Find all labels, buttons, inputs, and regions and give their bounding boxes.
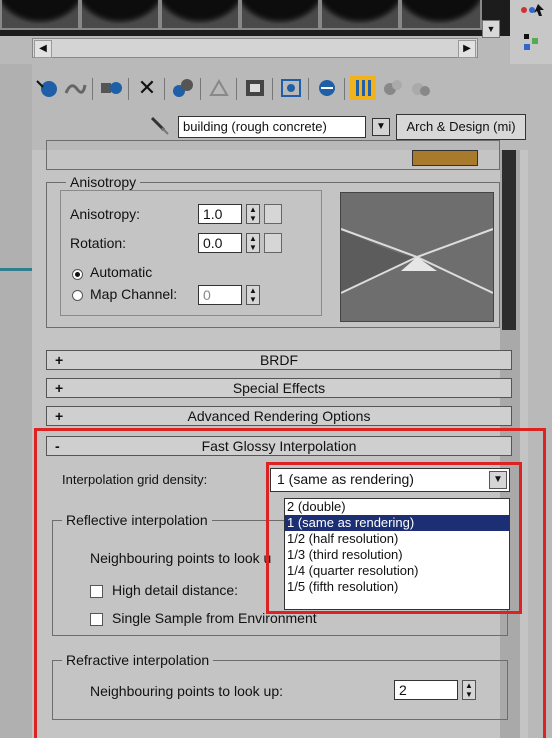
- toolbar-separator: [128, 78, 129, 100]
- material-id-icon[interactable]: [242, 76, 268, 100]
- viewport-edge: [0, 64, 32, 738]
- slots-scroll-down-icon[interactable]: ▼: [482, 20, 500, 38]
- map-channel-label: Map Channel:: [90, 286, 178, 302]
- anisotropy-map-button[interactable]: [264, 204, 282, 224]
- toolbar-separator: [92, 78, 93, 100]
- automatic-radio[interactable]: [72, 269, 83, 280]
- rotation-spinner-arrows-icon[interactable]: ▲ ▼: [246, 233, 260, 253]
- sphere-preview: [242, 0, 318, 26]
- anisotropy-label: Anisotropy:: [70, 206, 141, 222]
- material-name-field[interactable]: building (rough concrete): [178, 116, 366, 138]
- scroll-left-icon[interactable]: ◀: [34, 40, 52, 58]
- scroll-right-icon[interactable]: ▶: [458, 40, 476, 58]
- put-to-library-icon[interactable]: [206, 76, 232, 100]
- toolbar-separator: [164, 78, 165, 100]
- sphere-preview: [402, 0, 480, 26]
- rollout-title: Special Effects: [232, 380, 326, 396]
- show-in-viewport-icon[interactable]: [278, 76, 304, 100]
- material-slot[interactable]: [80, 0, 160, 30]
- anisotropy-spinner-field[interactable]: 1.0: [198, 204, 242, 224]
- map-channel-field[interactable]: 0: [198, 285, 242, 305]
- toolbar-separator: [272, 78, 273, 100]
- material-slots: [0, 0, 552, 36]
- reset-map-icon[interactable]: ✕: [134, 75, 160, 100]
- material-slot[interactable]: [320, 0, 400, 30]
- sphere-preview: [2, 0, 78, 26]
- put-to-scene-icon[interactable]: [62, 76, 88, 100]
- pick-from-object-icon[interactable]: [148, 114, 172, 138]
- toolbar-separator: [308, 78, 309, 100]
- map-channel-spinner-icon[interactable]: ▲ ▼: [246, 285, 260, 305]
- sphere-preview: [82, 0, 158, 26]
- rollout-special-effects[interactable]: + Special Effects: [46, 378, 512, 398]
- toolbar-separator: [344, 78, 345, 100]
- rotation-spinner-field[interactable]: 0.0: [198, 233, 242, 253]
- rotation-map-button[interactable]: [264, 233, 282, 253]
- material-name-dropdown-icon[interactable]: ▼: [372, 118, 390, 136]
- color-swatch[interactable]: [412, 150, 478, 166]
- material-editor-toolbar: ✕: [32, 72, 552, 106]
- rollout-title: BRDF: [259, 352, 299, 368]
- rollout-title: Advanced Rendering Options: [187, 408, 371, 424]
- toolbar-separator: [200, 78, 201, 100]
- assign-to-selection-icon[interactable]: [98, 76, 124, 100]
- toolbar-separator: [236, 78, 237, 100]
- pick-material-icon[interactable]: [510, 0, 552, 64]
- anisotropy-preview-graphic: [340, 228, 494, 294]
- rollout-advanced-rendering[interactable]: + Advanced Rendering Options: [46, 406, 512, 426]
- show-end-result-icon[interactable]: [314, 76, 340, 100]
- material-type-button[interactable]: Arch & Design (mi): [396, 114, 526, 140]
- make-unique-icon[interactable]: [170, 76, 196, 100]
- material-slot[interactable]: [240, 0, 320, 30]
- sphere-preview: [322, 0, 398, 26]
- go-to-parent-icon[interactable]: [350, 76, 376, 100]
- viewport-line: [0, 268, 32, 271]
- navigate-icon[interactable]: [408, 76, 434, 100]
- material-slot[interactable]: [400, 0, 482, 30]
- rotation-label: Rotation:: [70, 235, 127, 251]
- rollout-highlight-box: [34, 428, 546, 738]
- go-forward-sibling-icon[interactable]: [380, 76, 406, 100]
- get-material-icon[interactable]: [34, 76, 60, 100]
- rollout-brdf[interactable]: + BRDF: [46, 350, 512, 370]
- map-channel-radio[interactable]: [72, 290, 83, 301]
- sphere-preview: [162, 0, 238, 26]
- anisotropy-group-title: Anisotropy: [66, 174, 141, 190]
- scrollbar-thumb[interactable]: [502, 150, 516, 330]
- material-slot[interactable]: [0, 0, 80, 30]
- anisotropy-spinner-arrows-icon[interactable]: ▲ ▼: [246, 204, 260, 224]
- side-tools: [510, 0, 552, 64]
- automatic-label: Automatic: [90, 264, 153, 280]
- material-slot[interactable]: [160, 0, 240, 30]
- slots-horizontal-scrollbar[interactable]: ◀ ▶: [32, 38, 478, 58]
- anisotropy-preview: [340, 192, 494, 322]
